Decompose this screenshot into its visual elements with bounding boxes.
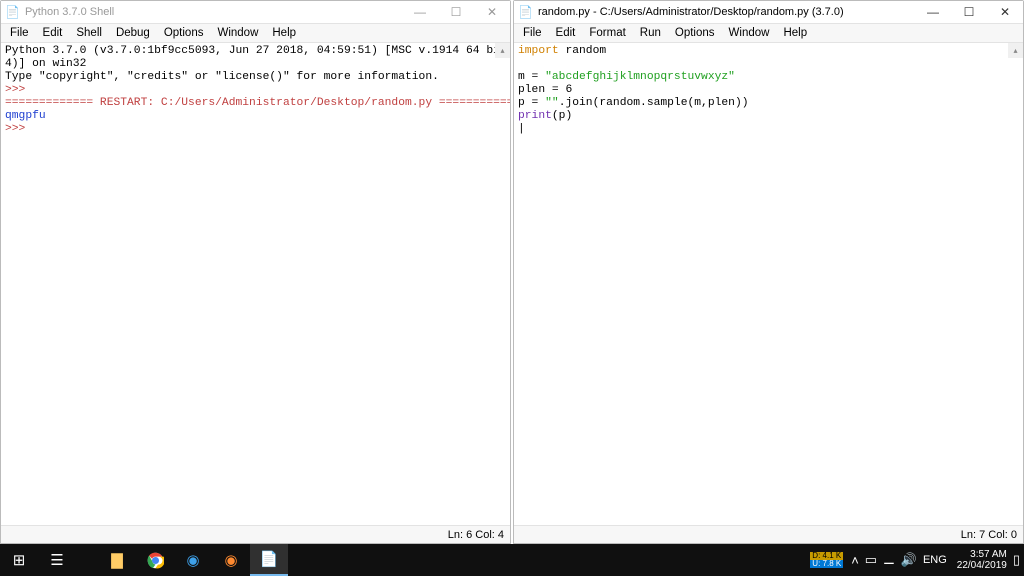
menu-help[interactable]: Help [265, 23, 303, 43]
chrome-icon[interactable] [136, 544, 174, 576]
maximize-button[interactable]: ☐ [438, 1, 474, 23]
window-title: random.py - C:/Users/Administrator/Deskt… [538, 6, 915, 18]
menu-window[interactable]: Window [722, 23, 777, 43]
maximize-button[interactable]: ☐ [951, 1, 987, 23]
task-view-icon[interactable]: ☰ [38, 544, 76, 576]
window-title: Python 3.7.0 Shell [25, 6, 402, 18]
menu-edit[interactable]: Edit [36, 23, 70, 43]
network-meter[interactable]: D: 4.1 K U: 7.8 K [810, 552, 843, 568]
file-explorer-icon[interactable]: ▇ [98, 544, 136, 576]
python-icon: 📄 [518, 5, 533, 19]
menu-options[interactable]: Options [157, 23, 211, 43]
menu-options[interactable]: Options [668, 23, 722, 43]
edge-icon[interactable]: ◉ [174, 544, 212, 576]
menu-help[interactable]: Help [776, 23, 814, 43]
python-icon: 📄 [5, 5, 20, 19]
titlebar-shell[interactable]: 📄 Python 3.7.0 Shell — ☐ ✕ [1, 1, 510, 23]
menu-run[interactable]: Run [633, 23, 668, 43]
firefox-icon[interactable]: ◉ [212, 544, 250, 576]
menu-format[interactable]: Format [582, 23, 632, 43]
editor-body: import random m = "abcdefghijklmnopqrstu… [514, 43, 1023, 525]
minimize-button[interactable]: — [915, 1, 951, 23]
start-button[interactable]: ⊞ [0, 544, 38, 576]
taskbar-right: D: 4.1 K U: 7.8 K ˄ ▭ ⚊ 🔊 ENG 3:57 AM 22… [810, 544, 1024, 576]
menubar-editor: FileEditFormatRunOptionsWindowHelp [514, 23, 1023, 43]
menu-debug[interactable]: Debug [109, 23, 157, 43]
status-text: Ln: 6 Col: 4 [448, 529, 504, 541]
window-shell: 📄 Python 3.7.0 Shell — ☐ ✕ FileEditShell… [0, 0, 511, 544]
menu-file[interactable]: File [516, 23, 549, 43]
menubar-shell: FileEditShellDebugOptionsWindowHelp [1, 23, 510, 43]
close-button[interactable]: ✕ [987, 1, 1023, 23]
menu-edit[interactable]: Edit [549, 23, 583, 43]
taskbar-left: ⊞ ☰ ▇ ◉ ◉ 📄 [0, 544, 288, 576]
desktop: 📄 Python 3.7.0 Shell — ☐ ✕ FileEditShell… [0, 0, 1024, 544]
window-editor: 📄 random.py - C:/Users/Administrator/Des… [513, 0, 1024, 544]
close-button[interactable]: ✕ [474, 1, 510, 23]
statusbar-shell: Ln: 6 Col: 4 [1, 525, 510, 543]
menu-shell[interactable]: Shell [69, 23, 109, 43]
tray-chevron-icon[interactable]: ˄ [851, 553, 859, 568]
idle-taskbar-icon[interactable]: 📄 [250, 544, 288, 576]
scrollbar-up-icon[interactable]: ▴ [495, 43, 510, 58]
wifi-icon[interactable]: ⚊ [883, 552, 895, 568]
taskbar: ⊞ ☰ ▇ ◉ ◉ 📄 D: 4.1 K U: 7.8 K ˄ ▭ ⚊ 🔊 EN… [0, 544, 1024, 576]
volume-icon[interactable]: 🔊 [901, 552, 917, 568]
editor-code[interactable]: import random m = "abcdefghijklmnopqrstu… [514, 43, 1023, 525]
language-indicator[interactable]: ENG [923, 554, 947, 566]
statusbar-editor: Ln: 7 Col: 0 [514, 525, 1023, 543]
scrollbar-up-icon[interactable]: ▴ [1008, 43, 1023, 58]
shell-output[interactable]: Python 3.7.0 (v3.7.0:1bf9cc5093, Jun 27 … [1, 43, 510, 525]
clock[interactable]: 3:57 AM 22/04/2019 [957, 549, 1007, 571]
notifications-icon[interactable]: ▯ [1013, 552, 1020, 568]
battery-icon[interactable]: ▭ [865, 552, 877, 568]
titlebar-editor[interactable]: 📄 random.py - C:/Users/Administrator/Des… [514, 1, 1023, 23]
status-text: Ln: 7 Col: 0 [961, 529, 1017, 541]
menu-file[interactable]: File [3, 23, 36, 43]
menu-window[interactable]: Window [210, 23, 265, 43]
shell-body: Python 3.7.0 (v3.7.0:1bf9cc5093, Jun 27 … [1, 43, 510, 525]
minimize-button[interactable]: — [402, 1, 438, 23]
